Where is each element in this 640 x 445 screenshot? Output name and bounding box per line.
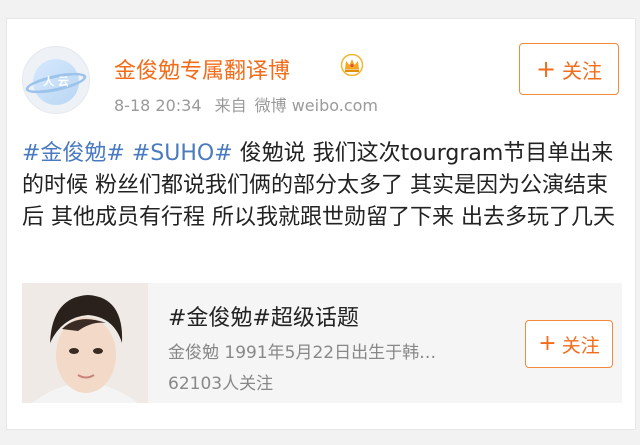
portrait-image bbox=[22, 283, 148, 403]
plus-icon: + bbox=[538, 331, 557, 356]
topic-follower-count: 62103人关注 bbox=[168, 374, 274, 394]
follow-topic-label: 关注 bbox=[561, 334, 600, 357]
source-prefix: 来自 bbox=[214, 96, 247, 115]
post-meta: 8-18 20:34 来自 微博 weibo.com bbox=[114, 92, 386, 116]
plus-icon: + bbox=[535, 55, 557, 83]
topic-description: 金俊勉 1991年5月22日出生于韩… bbox=[168, 343, 437, 363]
avatar-text: 人 云 bbox=[43, 75, 69, 88]
post-text: #金俊勉# #SUHO# 俊勉说 我们这次tourgram节目单出来的时候 粉丝… bbox=[22, 138, 618, 234]
super-topic-card[interactable]: #金俊勉#超级话题 金俊勉 1991年5月22日出生于韩… 62103人关注 +… bbox=[22, 283, 622, 403]
author-avatar[interactable]: 人 云 bbox=[22, 46, 90, 114]
topic-thumbnail bbox=[22, 283, 148, 403]
topic-title[interactable]: #金俊勉#超级话题 bbox=[168, 300, 359, 332]
crown-icon bbox=[340, 54, 364, 76]
topic-link-junmyeon[interactable]: #金俊勉# bbox=[22, 141, 125, 166]
follow-topic-button[interactable]: + 关注 bbox=[525, 320, 613, 368]
follow-author-button[interactable]: + 关注 bbox=[519, 43, 619, 95]
follow-label: 关注 bbox=[562, 58, 603, 83]
post-time: 8-18 20:34 bbox=[114, 96, 202, 115]
post-source[interactable]: 微博 weibo.com bbox=[255, 96, 378, 115]
author-name[interactable]: 金俊勉专属翻译博 bbox=[114, 53, 290, 85]
topic-link-suho[interactable]: #SUHO# bbox=[132, 141, 233, 166]
